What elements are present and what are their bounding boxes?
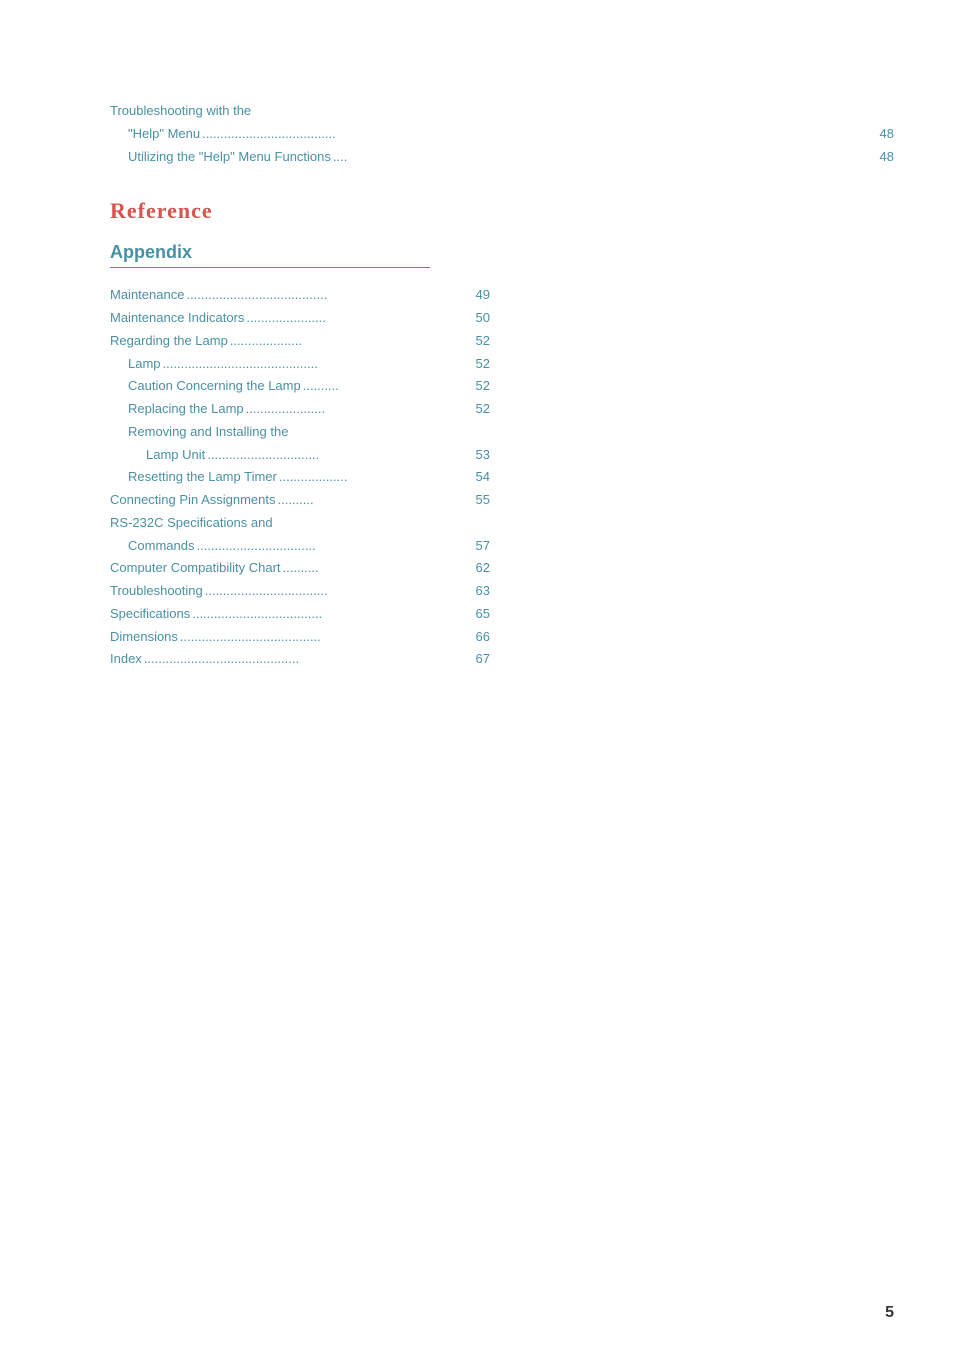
toc-item-label: Regarding the Lamp [110,330,228,353]
list-item[interactable]: Troubleshooting.........................… [110,580,490,603]
toc-item-page: 55 [476,489,490,512]
toc-help-menu[interactable]: "Help" Menu ............................… [110,123,894,146]
list-item[interactable]: Lamp....................................… [110,353,490,376]
toc-item-dots: ............................... [205,444,475,467]
toc-item-page: 49 [476,284,490,307]
toc-item-dots: .......... [301,375,476,398]
page-container: Troubleshooting with the "Help" Menu ...… [0,0,954,1352]
list-item[interactable]: Computer Compatibility Chart..........62 [110,557,490,580]
toc-item-label: Specifications [110,603,190,626]
toc-item-label: Connecting Pin Assignments [110,489,275,512]
utilizing-help-page: 48 [880,146,894,169]
list-item[interactable]: Lamp Unit...............................… [110,444,490,467]
toc-item-label: Dimensions [110,626,178,649]
list-item[interactable]: Maintenance Indicators..................… [110,307,490,330]
toc-item-page: 63 [476,580,490,603]
toc-utilizing-help[interactable]: Utilizing the "Help" Menu Functions ....… [110,146,894,169]
toc-item-dots: ........................................… [161,353,476,376]
list-item[interactable]: Resetting the Lamp Timer................… [110,466,490,489]
appendix-heading: Appendix [110,242,430,268]
toc-item-dots: .......... [275,489,475,512]
toc-item-label: RS-232C Specifications and [110,512,273,535]
toc-item-label: Replacing the Lamp [110,398,244,421]
list-item[interactable]: Maintenance.............................… [110,284,490,307]
toc-item-page: 54 [476,466,490,489]
list-item[interactable]: Replacing the Lamp......................… [110,398,490,421]
toc-item-page: 57 [476,535,490,558]
help-menu-page: 48 [880,123,894,146]
list-item: Removing and Installing the [110,421,490,444]
toc-item-page: 67 [476,648,490,671]
list-item[interactable]: Commands................................… [110,535,490,558]
toc-item-label: Troubleshooting [110,580,203,603]
toc-item-dots: .................... [228,330,476,353]
reference-section: Reference Appendix Maintenance..........… [110,198,894,671]
help-menu-dots: ..................................... [200,123,879,146]
toc-item-dots: ...................... [244,398,476,421]
troubleshooting-section: Troubleshooting with the "Help" Menu ...… [110,100,894,168]
toc-item-dots: ................................. [194,535,475,558]
toc-item-label: Removing and Installing the [110,421,288,444]
toc-item-label: Maintenance Indicators [110,307,244,330]
toc-item-page: 52 [476,330,490,353]
toc-item-label: Lamp [110,353,161,376]
toc-item-label: Maintenance [110,284,184,307]
toc-item-label: Computer Compatibility Chart [110,557,281,580]
troubleshooting-with-the-label: Troubleshooting with the [110,100,251,123]
list-item[interactable]: Dimensions..............................… [110,626,490,649]
toc-item-label: Index [110,648,142,671]
list-item[interactable]: Caution Concerning the Lamp..........52 [110,375,490,398]
toc-list: Maintenance.............................… [110,284,490,671]
utilizing-help-dots: .... [331,146,880,169]
toc-item-page: 62 [476,557,490,580]
toc-item-dots: .................................. [203,580,476,603]
toc-item-dots: ........................................… [142,648,476,671]
toc-item-page: 52 [476,398,490,421]
list-item[interactable]: Regarding the Lamp....................52 [110,330,490,353]
toc-troubleshooting-header: Troubleshooting with the [110,100,894,123]
utilizing-help-label: Utilizing the "Help" Menu Functions [110,146,331,169]
toc-item-dots: .......... [281,557,476,580]
toc-item-label: Lamp Unit [110,444,205,467]
help-menu-label: "Help" Menu [110,123,200,146]
toc-item-page: 52 [476,353,490,376]
toc-item-dots: ................... [277,466,476,489]
toc-item-page: 66 [476,626,490,649]
toc-item-dots: ....................................... [178,626,476,649]
toc-item-label: Caution Concerning the Lamp [110,375,301,398]
list-item[interactable]: Specifications..........................… [110,603,490,626]
toc-item-dots: ...................... [244,307,475,330]
list-item[interactable]: Index...................................… [110,648,490,671]
reference-heading: Reference [110,198,894,224]
page-number: 5 [885,1304,894,1322]
toc-item-label: Commands [110,535,194,558]
toc-item-label: Resetting the Lamp Timer [110,466,277,489]
toc-item-page: 50 [476,307,490,330]
toc-item-page: 65 [476,603,490,626]
list-item: RS-232C Specifications and [110,512,490,535]
toc-item-page: 52 [476,375,490,398]
toc-item-page: 53 [476,444,490,467]
toc-item-dots: .................................... [190,603,475,626]
list-item[interactable]: Connecting Pin Assignments..........55 [110,489,490,512]
toc-item-dots: ....................................... [184,284,475,307]
